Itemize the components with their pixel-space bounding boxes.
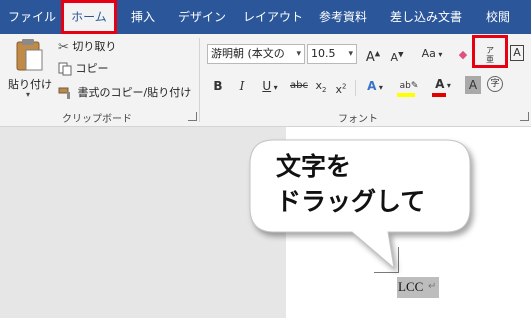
speech-bubble [249, 139, 471, 270]
callout-text-line2: ドラッグして [276, 187, 426, 216]
callout-text-line1: 文字を [276, 152, 352, 181]
